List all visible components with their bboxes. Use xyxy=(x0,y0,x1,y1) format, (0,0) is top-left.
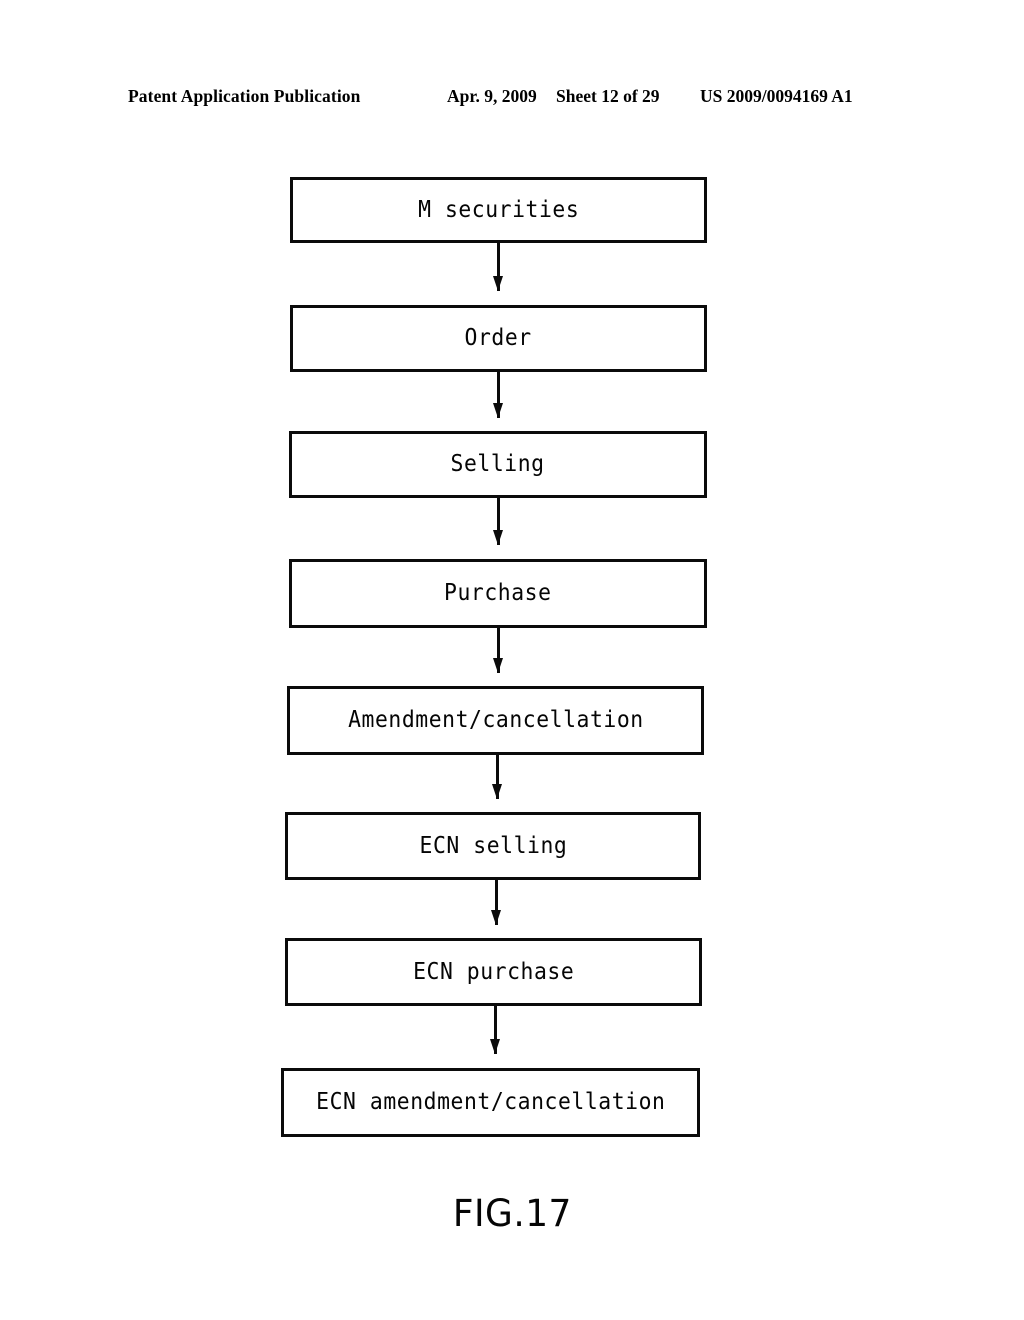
flow-box-label: ECN amendment/cancellation xyxy=(315,1089,666,1115)
figure-caption: FIG.17 xyxy=(0,1192,1024,1235)
flow-box-m-securities: M securities xyxy=(290,177,707,243)
flow-box-label: ECN selling xyxy=(419,832,567,859)
arrow-down-icon xyxy=(493,276,503,291)
flow-box-ecn-amendment-cancellation: ECN amendment/cancellation xyxy=(281,1068,700,1137)
flow-box-label: Purchase xyxy=(444,580,552,606)
flow-box-label: Order xyxy=(464,325,533,351)
flow-box-order: Order xyxy=(290,305,707,372)
figure-caption-label: FIG.17 xyxy=(452,1192,572,1235)
flow-box-label: Amendment/cancellation xyxy=(347,707,644,733)
arrow-down-icon xyxy=(490,1039,500,1054)
flow-box-selling: Selling xyxy=(289,431,707,498)
arrow-down-icon xyxy=(493,530,503,545)
flow-box-ecn-purchase: ECN purchase xyxy=(285,938,702,1006)
arrow-down-icon xyxy=(493,658,503,673)
arrow-down-icon xyxy=(492,784,502,799)
flowchart-diagram: M securities Order Selling Purchase Amen… xyxy=(0,0,1024,1320)
arrow-down-icon xyxy=(493,403,503,418)
arrow-down-icon xyxy=(491,910,501,925)
flow-box-purchase: Purchase xyxy=(289,559,707,628)
flow-box-label: M securities xyxy=(417,196,580,223)
flow-box-label: Selling xyxy=(450,451,546,477)
flow-box-ecn-selling: ECN selling xyxy=(285,812,701,880)
flow-box-amendment-cancellation: Amendment/cancellation xyxy=(287,686,704,755)
flow-box-label: ECN purchase xyxy=(412,958,575,985)
